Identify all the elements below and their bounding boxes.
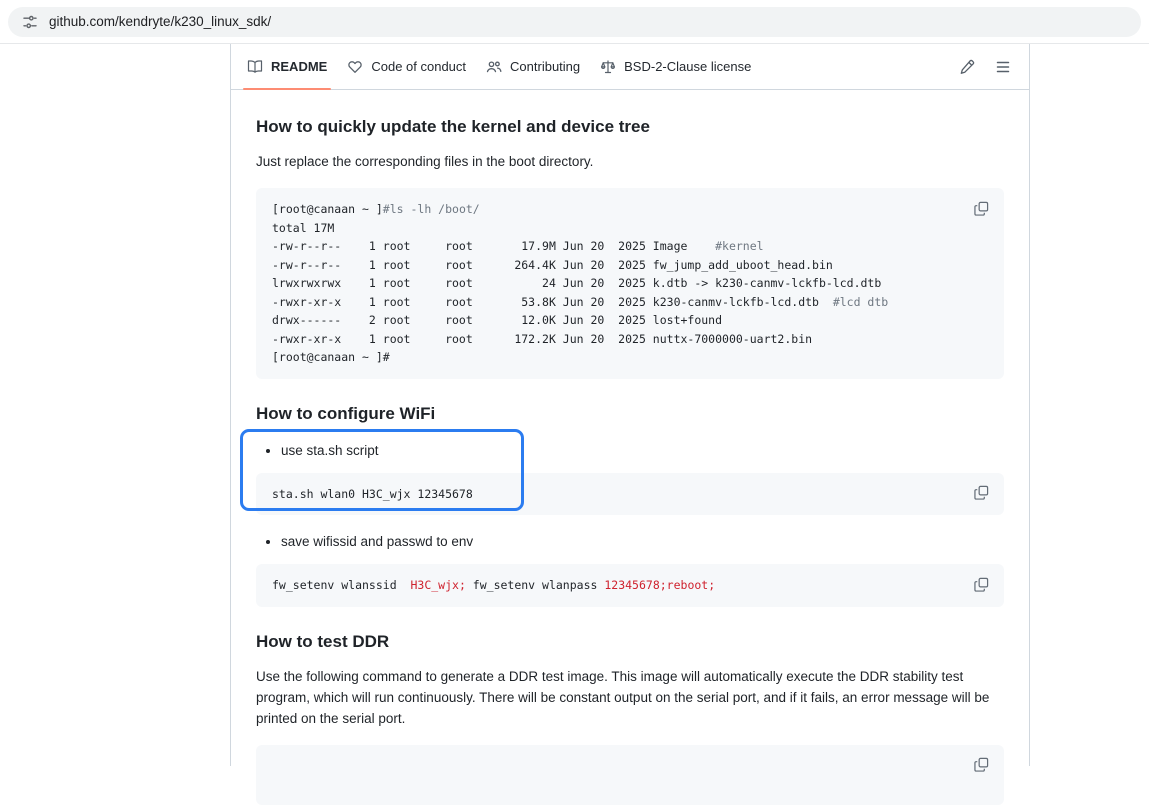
tab-actions: [959, 59, 1021, 75]
tab-license-label: BSD-2-Clause license: [624, 59, 751, 74]
kernel-intro-paragraph: Just replace the corresponding files in …: [256, 151, 1004, 172]
tab-readme-label: README: [271, 59, 327, 74]
copy-button[interactable]: [970, 573, 992, 595]
copy-button[interactable]: [970, 754, 992, 776]
list-item: use sta.sh script: [281, 440, 1004, 461]
wifi-list-1: use sta.sh script: [256, 440, 1004, 461]
ddr-intro-paragraph: Use the following command to generate a …: [256, 666, 1004, 729]
edit-readme-button[interactable]: [959, 59, 975, 75]
tab-readme[interactable]: README: [239, 44, 335, 89]
tab-contributing[interactable]: Contributing: [478, 44, 588, 89]
copy-button[interactable]: [970, 197, 992, 219]
list-icon: [995, 59, 1011, 75]
readme-card: README Code of conduct Contributing BSD-…: [230, 44, 1030, 766]
pencil-icon: [959, 59, 975, 75]
copy-button[interactable]: [970, 482, 992, 504]
code-text: [root@canaan ~ ]#ls -lh /boot/total 17M-…: [272, 200, 988, 367]
copy-icon: [974, 757, 989, 772]
law-scales-icon: [600, 59, 616, 75]
copy-icon: [974, 577, 989, 592]
code-text: sta.sh wlan0 H3C_wjx 12345678: [272, 485, 988, 504]
people-icon: [486, 59, 502, 75]
copy-icon: [974, 485, 989, 500]
wifi-list-2: save wifissid and passwd to env: [256, 531, 1004, 552]
list-item: save wifissid and passwd to env: [281, 531, 1004, 552]
code-block-sta: sta.sh wlan0 H3C_wjx 12345678: [256, 473, 1004, 516]
readme-tab-bar: README Code of conduct Contributing BSD-…: [231, 44, 1029, 90]
tab-contributing-label: Contributing: [510, 59, 580, 74]
code-block-boot-ls: [root@canaan ~ ]#ls -lh /boot/total 17M-…: [256, 188, 1004, 379]
section-heading-wifi: How to configure WiFi: [256, 403, 1004, 424]
code-block-ddr: [256, 745, 1004, 805]
section-heading-ddr: How to test DDR: [256, 631, 1004, 652]
tab-code-of-conduct[interactable]: Code of conduct: [339, 44, 474, 89]
outline-button[interactable]: [995, 59, 1011, 75]
code-block-fwsetenv: fw_setenv wlanssid H3C_wjx; fw_setenv wl…: [256, 564, 1004, 607]
code-of-conduct-icon: [347, 59, 363, 75]
address-bar[interactable]: github.com/kendryte/k230_linux_sdk/: [8, 7, 1141, 37]
tab-license[interactable]: BSD-2-Clause license: [592, 44, 759, 89]
tab-code-of-conduct-label: Code of conduct: [371, 59, 466, 74]
readme-content: How to quickly update the kernel and dev…: [231, 90, 1029, 805]
book-icon: [247, 59, 263, 75]
site-permissions-icon[interactable]: [22, 14, 38, 30]
code-text: fw_setenv wlanssid H3C_wjx; fw_setenv wl…: [272, 576, 988, 595]
copy-icon: [974, 201, 989, 216]
browser-chrome: github.com/kendryte/k230_linux_sdk/: [0, 0, 1149, 44]
url-text: github.com/kendryte/k230_linux_sdk/: [49, 14, 271, 29]
section-heading-kernel: How to quickly update the kernel and dev…: [256, 116, 1004, 137]
